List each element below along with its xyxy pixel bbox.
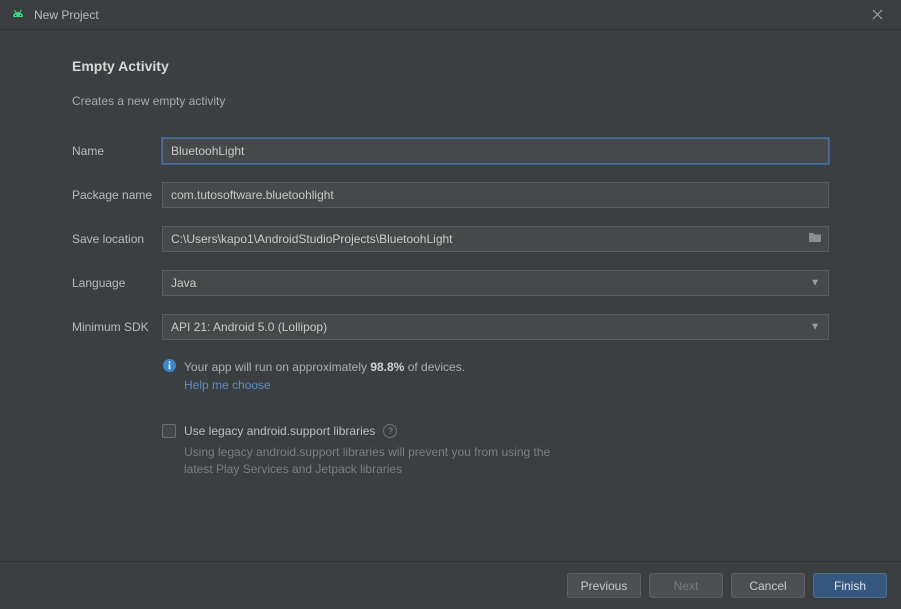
save-location-input[interactable]: C:\Users\kapo1\AndroidStudioProjects\Blu…: [162, 226, 829, 252]
chevron-down-icon: ▼: [810, 278, 820, 289]
new-project-dialog: New Project Empty Activity Creates a new…: [0, 0, 901, 609]
minsdk-select[interactable]: API 21: Android 5.0 (Lollipop) ▼: [162, 314, 829, 340]
save-location-label: Save location: [72, 232, 162, 246]
titlebar: New Project: [0, 0, 901, 30]
finish-button[interactable]: Finish: [813, 573, 887, 598]
package-input[interactable]: com.tutosoftware.bluetoohlight: [162, 182, 829, 208]
info-icon: [162, 358, 178, 374]
chevron-down-icon: ▼: [810, 322, 820, 333]
legacy-libs-label: Use legacy android.support libraries: [184, 424, 375, 438]
footer: Previous Next Cancel Finish: [0, 561, 901, 609]
page-subheading: Creates a new empty activity: [72, 94, 829, 108]
device-info-text: Your app will run on approximately 98.8%…: [184, 358, 465, 376]
name-input[interactable]: BluetoohLight: [162, 138, 829, 164]
previous-button[interactable]: Previous: [567, 573, 641, 598]
help-icon[interactable]: ?: [383, 424, 397, 438]
android-logo-icon: [10, 7, 26, 23]
legacy-libs-checkbox[interactable]: [162, 424, 176, 438]
language-select[interactable]: Java ▼: [162, 270, 829, 296]
minsdk-label: Minimum SDK: [72, 320, 162, 334]
next-button[interactable]: Next: [649, 573, 723, 598]
content-area: Empty Activity Creates a new empty activ…: [0, 30, 901, 561]
close-icon[interactable]: [861, 0, 893, 30]
help-me-choose-link[interactable]: Help me choose: [184, 378, 271, 392]
folder-icon[interactable]: [808, 232, 822, 246]
cancel-button[interactable]: Cancel: [731, 573, 805, 598]
package-label: Package name: [72, 188, 162, 202]
language-label: Language: [72, 276, 162, 290]
legacy-libs-hint: Using legacy android.support libraries w…: [184, 444, 564, 478]
window-title: New Project: [34, 8, 861, 22]
page-heading: Empty Activity: [72, 58, 829, 74]
name-label: Name: [72, 144, 162, 158]
